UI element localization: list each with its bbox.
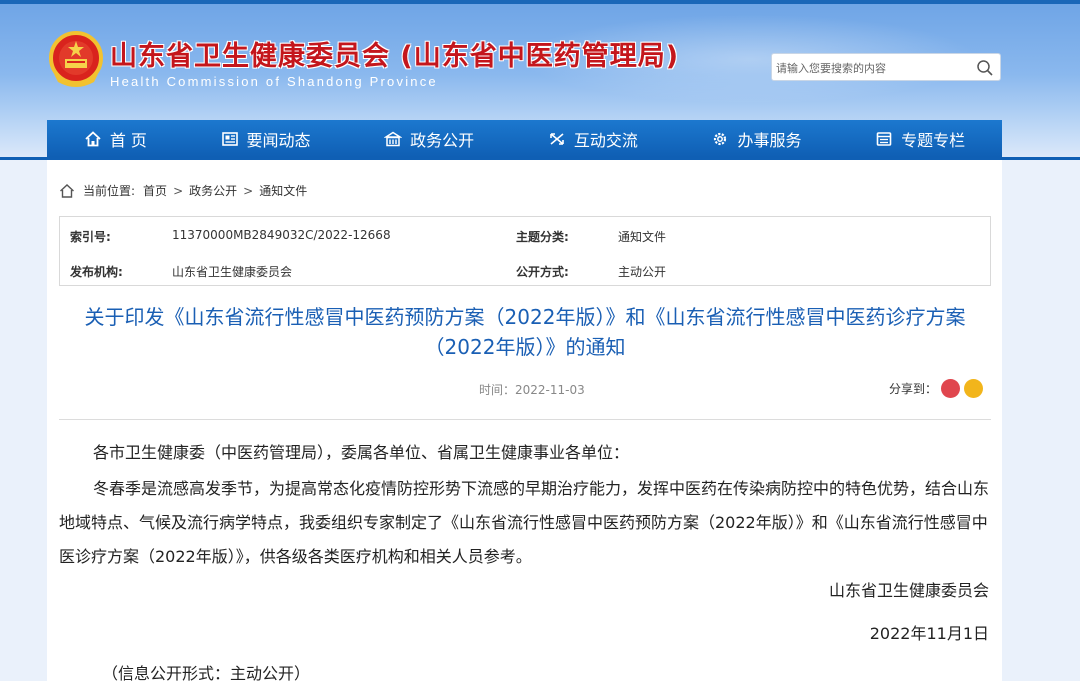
topic-label: 主题分类:	[516, 230, 569, 244]
article-title: 关于印发《山东省流行性感冒中医药预防方案（2022年版）》和《山东省流行性感冒中…	[84, 305, 966, 359]
breadcrumb-prefix: 当前位置:	[83, 184, 136, 198]
issuer-value: 山东省卫生健康委员会	[172, 265, 293, 279]
breadcrumb: 当前位置: 首页 > 政务公开 > 通知文件	[59, 182, 307, 199]
search-box[interactable]	[771, 53, 1001, 81]
exchange-icon	[550, 132, 564, 145]
document-meta-table: 索引号: 11370000MB2849032C/2022-12668 主题分类:…	[59, 216, 991, 286]
topic-value: 通知文件	[618, 230, 667, 244]
share-label: 分享到：	[889, 382, 938, 396]
news-icon	[221, 131, 238, 146]
search-input[interactable]	[776, 58, 966, 78]
national-emblem-icon	[49, 31, 103, 87]
home-icon	[85, 130, 101, 146]
article-body: 各市卫生健康委（中医药管理局），委属各单位、省属卫生健康事业各单位： 冬春季是流…	[59, 436, 991, 574]
nav-item-home[interactable]: 首 页	[84, 127, 147, 151]
nav-label: 办事服务	[737, 130, 802, 150]
nav-label: 互动交流	[573, 130, 638, 150]
site-title: 山东省卫生健康委员会 (山东省中医药管理局)	[110, 41, 680, 72]
search-icon[interactable]	[976, 59, 994, 77]
weibo-share-icon[interactable]	[941, 379, 961, 398]
disclosure-note: （信息公开形式：主动公开）	[102, 664, 311, 681]
main-nav: 首 页 要闻动态 政务公开 互动交流 办事服务 专题专栏	[47, 120, 1002, 157]
nav-label: 首 页	[109, 130, 147, 150]
column-icon	[876, 131, 892, 146]
gear-icon	[714, 132, 727, 145]
building-icon	[384, 131, 403, 146]
nav-item-news[interactable]: 要闻动态	[221, 127, 311, 151]
index-value: 11370000MB2849032C/2022-12668	[172, 228, 391, 242]
publish-date: 时间：2022-11-03	[479, 383, 585, 397]
breadcrumb-home[interactable]: 首页	[143, 182, 167, 199]
nav-item-services[interactable]: 办事服务	[711, 127, 801, 151]
nav-item-columns[interactable]: 专题专栏	[875, 127, 965, 151]
issuer-label: 发布机构:	[70, 265, 123, 279]
favorite-share-icon[interactable]	[964, 379, 984, 398]
nav-item-affairs[interactable]: 政务公开	[384, 127, 474, 151]
content-panel: 当前位置: 首页 > 政务公开 > 通知文件 索引号: 11370000MB28…	[47, 160, 1002, 681]
title-divider	[59, 419, 991, 420]
main-paragraph: 冬春季是流感高发季节，为提高常态化疫情防控形势下流感的早期治疗能力，发挥中医药在…	[59, 479, 990, 566]
breadcrumb-affairs[interactable]: 政务公开	[189, 182, 237, 199]
mode-value: 主动公开	[618, 265, 667, 279]
share-bar: 分享到：	[889, 379, 984, 398]
breadcrumb-separator: >	[243, 183, 254, 198]
nav-label: 要闻动态	[246, 130, 311, 150]
signature: 山东省卫生健康委员会	[828, 581, 989, 600]
mode-label: 公开方式:	[516, 265, 569, 279]
index-label: 索引号:	[70, 230, 111, 244]
home-icon	[60, 183, 74, 198]
breadcrumb-separator: >	[173, 183, 184, 198]
breadcrumb-notices[interactable]: 通知文件	[259, 182, 307, 199]
nav-label: 专题专栏	[901, 130, 966, 150]
site-subtitle: Health Commission of Shandong Province	[110, 74, 438, 89]
greeting-paragraph: 各市卫生健康委（中医药管理局），委属各单位、省属卫生健康事业各单位：	[93, 443, 630, 462]
nav-item-interaction[interactable]: 互动交流	[548, 127, 638, 151]
nav-label: 政务公开	[410, 130, 475, 150]
sign-date: 2022年11月1日	[869, 624, 989, 643]
